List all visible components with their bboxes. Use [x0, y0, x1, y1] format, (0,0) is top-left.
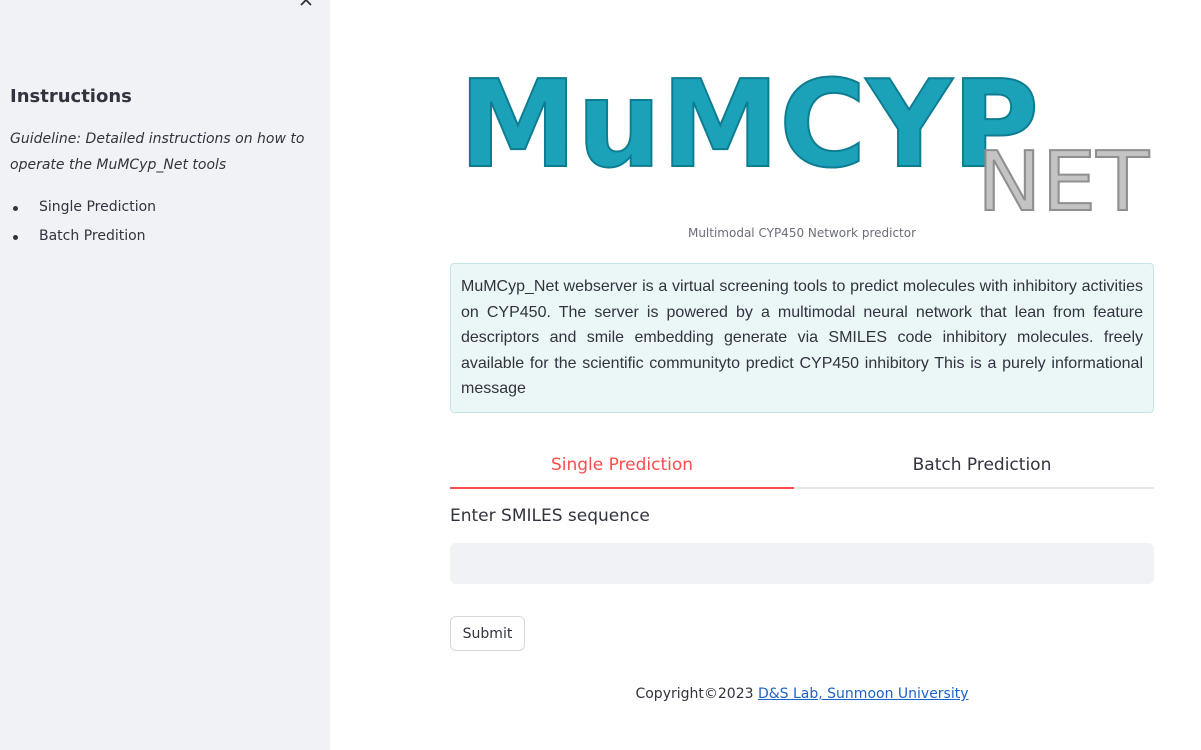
sidebar-item-label: Single Prediction: [39, 199, 157, 215]
mumcyp-net-logo: MuMCYP NET: [455, 55, 1155, 231]
logo-caption: Multimodal CYP450 Network predictor: [687, 226, 917, 240]
sidebar-list: Single Prediction Batch Predition: [10, 196, 156, 254]
tab-bar: Single Prediction Batch Prediction: [450, 445, 1154, 489]
logo-sub-text: NET: [977, 135, 1150, 216]
smiles-input-label: Enter SMILES sequence: [450, 506, 650, 526]
active-tab-indicator: [450, 487, 794, 489]
sidebar: Instructions Guideline: Detailed instruc…: [0, 0, 330, 750]
submit-button[interactable]: Submit: [450, 616, 525, 651]
bullet-icon: [13, 206, 18, 211]
sidebar-item-label: Batch Predition: [39, 228, 146, 244]
copyright-text: Copyright©2023: [635, 686, 758, 702]
footer: Copyright©2023 D&S Lab, Sunmoon Universi…: [450, 686, 1154, 702]
info-message: MuMCyp_Net webserver is a virtual screen…: [450, 263, 1154, 413]
tab-batch-prediction[interactable]: Batch Prediction: [810, 445, 1154, 485]
smiles-input[interactable]: [450, 543, 1154, 584]
bullet-icon: [13, 235, 18, 240]
sidebar-guideline: Guideline: Detailed instructions on how …: [10, 131, 305, 173]
sidebar-item-batch-prediction: Batch Predition: [10, 225, 156, 254]
tab-single-prediction[interactable]: Single Prediction: [450, 445, 794, 485]
logo-main-text: MuMCYP: [459, 68, 1039, 195]
lab-link[interactable]: D&S Lab, Sunmoon University: [758, 686, 969, 702]
sidebar-item-single-prediction: Single Prediction: [10, 196, 156, 225]
sidebar-title: Instructions: [10, 86, 132, 107]
main-content: MuMCYP NET Multimodal CYP450 Network pre…: [330, 0, 1201, 750]
close-icon[interactable]: [296, 0, 316, 10]
